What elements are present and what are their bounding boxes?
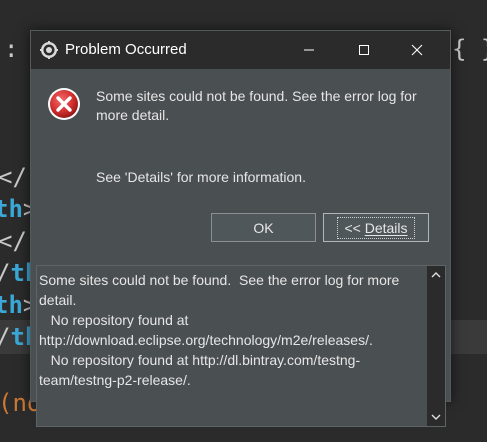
- error-message: Some sites could not be found. See the e…: [96, 88, 417, 123]
- code-fragment: </: [0, 227, 27, 255]
- dialog-title: Problem Occurred: [65, 41, 187, 58]
- chevron-down-icon: [431, 414, 441, 420]
- maximize-button[interactable]: [341, 31, 387, 69]
- scroll-down-button[interactable]: [427, 408, 445, 426]
- close-button[interactable]: [394, 31, 440, 69]
- code-fragment: { }: [452, 35, 487, 63]
- problem-occurred-dialog: Problem Occurred Some sites could not be…: [30, 30, 451, 427]
- scroll-up-button[interactable]: [427, 266, 445, 284]
- details-button-focus: << Details: [337, 216, 415, 239]
- details-button[interactable]: << Details: [323, 213, 429, 242]
- maximize-icon: [359, 45, 369, 55]
- chevron-up-icon: [431, 272, 441, 278]
- dialog-body: Some sites could not be found. See the e…: [31, 69, 450, 427]
- close-icon: [411, 44, 423, 56]
- minimize-icon: [304, 49, 314, 51]
- eclipse-gear-icon: [40, 41, 58, 59]
- code-fragment: </: [0, 163, 27, 191]
- title-bar[interactable]: Problem Occurred: [31, 31, 450, 69]
- details-text: Some sites could not be found. See the e…: [39, 272, 400, 388]
- details-hint: See 'Details' for more information.: [96, 169, 306, 185]
- error-icon: [48, 88, 80, 120]
- details-button-prefix: <<: [344, 219, 365, 236]
- vertical-scrollbar[interactable]: [427, 266, 445, 426]
- details-text-area[interactable]: Some sites could not be found. See the e…: [36, 265, 446, 427]
- details-button-label: Details: [364, 219, 408, 236]
- ok-button[interactable]: OK: [211, 213, 316, 242]
- minimize-button[interactable]: [286, 31, 332, 69]
- code-fragment: :: [4, 35, 19, 63]
